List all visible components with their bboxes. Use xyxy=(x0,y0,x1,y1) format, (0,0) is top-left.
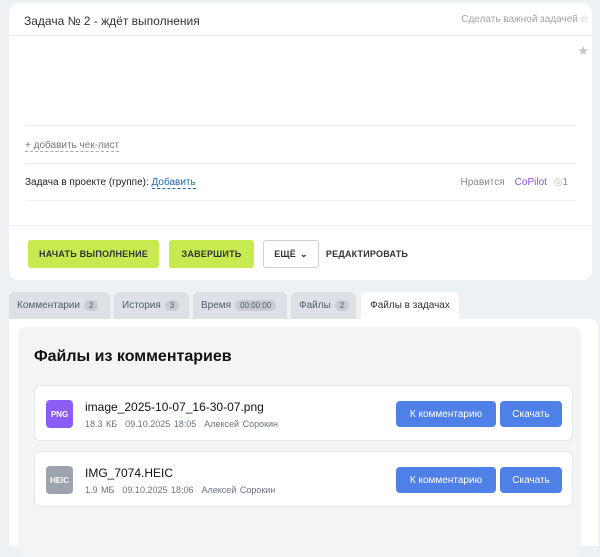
tab-badge: 00:00:00 xyxy=(235,300,277,311)
flame-icon: 🔥︎ xyxy=(580,14,588,25)
divider xyxy=(25,163,576,164)
divider xyxy=(25,125,576,126)
edit-button[interactable]: РЕДАКТИРОВАТЬ xyxy=(326,240,408,268)
divider xyxy=(9,225,592,226)
file-date: 09.10.2025 18:06 xyxy=(122,485,194,495)
heic-file-icon: HEIC xyxy=(46,466,73,494)
tab-history[interactable]: История 3 xyxy=(114,292,189,319)
file-size: 1.9 МБ xyxy=(85,485,115,495)
file-name[interactable]: image_2025-10-07_16-30-07.png xyxy=(85,400,264,414)
tab-panel: Файлы из комментариев PNG image_2025-10-… xyxy=(9,319,598,557)
divider xyxy=(25,200,576,201)
more-label: ЕЩЁ xyxy=(274,249,297,259)
add-checklist-label: + добавить чек-лист xyxy=(25,140,120,152)
make-important-label: Сделать важной задачей xyxy=(461,14,578,25)
file-date: 09.10.2025 18:05 xyxy=(125,419,197,429)
download-button[interactable]: Скачать xyxy=(500,467,562,493)
tab-files[interactable]: Файлы 2 xyxy=(291,292,356,319)
file-meta: 1.9 МБ 09.10.2025 18:06 Алексей Сорокин xyxy=(85,485,283,495)
download-button[interactable]: Скачать xyxy=(500,401,562,427)
add-checklist-link[interactable]: + добавить чек-лист xyxy=(25,140,120,152)
project-label: Задача в проекте (группе): xyxy=(25,177,149,188)
file-meta: 18.3 КБ 09.10.2025 18:05 Алексей Сорокин xyxy=(85,419,286,429)
file-item: PNG image_2025-10-07_16-30-07.png 18.3 К… xyxy=(34,385,573,441)
png-file-icon: PNG xyxy=(46,400,73,428)
to-comment-button[interactable]: К комментарию xyxy=(396,467,496,493)
tab-label: История xyxy=(122,300,161,311)
task-card: Задача № 2 - ждёт выполнения Сделать важ… xyxy=(9,3,592,280)
file-item: HEIC IMG_7074.HEIC 1.9 МБ 09.10.2025 18:0… xyxy=(34,451,573,507)
tab-badge: 2 xyxy=(83,300,99,311)
tab-label: Файлы xyxy=(299,300,331,311)
tab-time[interactable]: Время 00:00:00 xyxy=(193,292,287,319)
tab-task-files[interactable]: Файлы в задачах xyxy=(361,292,459,319)
start-button[interactable]: НАЧАТЬ ВЫПОЛНЕНИЕ xyxy=(28,240,159,268)
files-section: Файлы из комментариев PNG image_2025-10-… xyxy=(18,327,581,557)
tab-badge: 2 xyxy=(334,300,350,311)
likes-row: Нравится CoPilot ◎1 xyxy=(461,177,568,188)
tab-label: Время xyxy=(201,300,232,311)
more-button[interactable]: ЕЩЁ ⌄ xyxy=(263,240,319,268)
section-title: Файлы из комментариев xyxy=(34,348,232,365)
project-row: Задача в проекте (группе): Добавить xyxy=(25,177,196,189)
task-title: Задача № 2 - ждёт выполнения xyxy=(24,14,200,28)
liked-by-user[interactable]: CoPilot xyxy=(515,177,547,188)
like-button[interactable]: Нравится xyxy=(461,177,505,188)
file-author: Алексей Сорокин xyxy=(201,485,276,495)
to-comment-button[interactable]: К комментарию xyxy=(396,401,496,427)
views-count: 1 xyxy=(562,177,568,188)
chevron-down-icon: ⌄ xyxy=(300,248,308,259)
tab-badge: 3 xyxy=(164,300,180,311)
task-header: Задача № 2 - ждёт выполнения Сделать важ… xyxy=(9,3,592,36)
make-important-link[interactable]: Сделать важной задачей 🔥︎ xyxy=(461,14,588,25)
tab-label: Файлы в задачах xyxy=(370,300,450,311)
file-author: Алексей Сорокин xyxy=(204,419,279,429)
file-size: 18.3 КБ xyxy=(85,419,118,429)
star-icon[interactable]: ★ xyxy=(577,43,589,59)
file-name[interactable]: IMG_7074.HEIC xyxy=(85,466,173,480)
tab-label: Комментарии xyxy=(17,300,80,311)
tab-comments[interactable]: Комментарии 2 xyxy=(9,292,110,319)
finish-button[interactable]: ЗАВЕРШИТЬ xyxy=(169,240,254,268)
project-add-link[interactable]: Добавить xyxy=(151,177,196,189)
